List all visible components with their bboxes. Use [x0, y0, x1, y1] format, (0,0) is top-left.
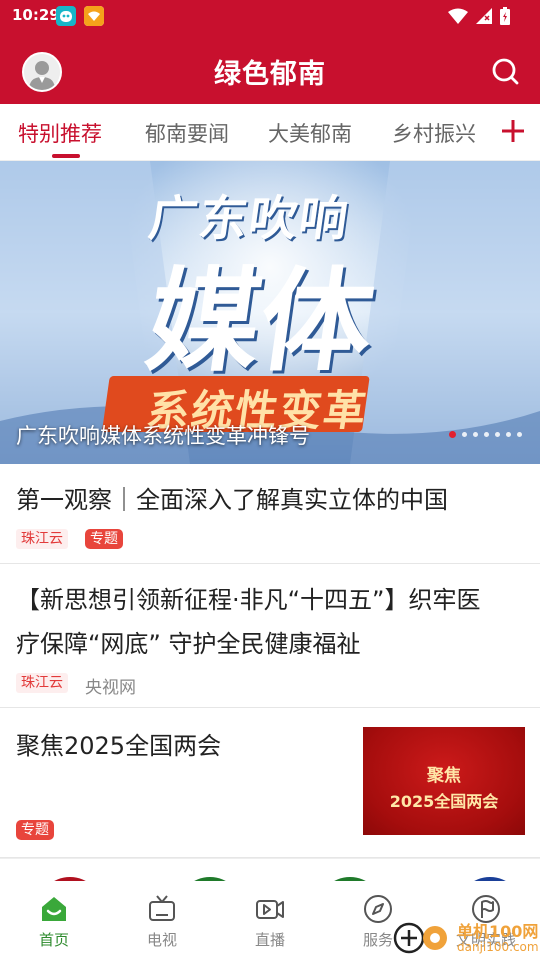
carousel-dot-active[interactable] — [449, 431, 456, 438]
source-tag: 珠江云 — [16, 529, 68, 549]
tab-special-recommend[interactable]: 特别推荐 — [18, 118, 102, 148]
carousel-dot[interactable] — [462, 432, 467, 437]
banner-title-line2: 媒体 — [139, 257, 382, 387]
nav-tv[interactable]: 电视 — [127, 893, 197, 950]
video-camera-icon — [256, 900, 284, 919]
compass-icon — [364, 895, 392, 923]
carousel-indicator — [449, 431, 522, 438]
app-header: 绿色郁南 — [0, 32, 540, 104]
nav-label: 电视 — [146, 931, 177, 949]
battery-icon — [500, 7, 510, 25]
app-notification-icon — [56, 6, 76, 26]
news-headline-line1[interactable]: 【新思想引领新征程·非凡“十四五”】织牢医 — [16, 578, 481, 622]
news-thumbnail[interactable]: 聚焦 2025全国两会 — [363, 727, 525, 835]
banner-carousel[interactable]: 广东吹响 媒体 系统性变革 广东吹响媒体系统性变革冲锋号 — [0, 161, 540, 464]
news-item[interactable]: 【新思想引领新征程·非凡“十四五”】织牢医 疗保障“网底” 守护全民健康福祉 珠… — [0, 564, 540, 708]
topic-tag: 专题 — [16, 820, 54, 840]
carousel-dot[interactable] — [495, 432, 500, 437]
nav-label: 首页 — [38, 931, 69, 949]
news-item[interactable]: 第一观察｜全面深入了解真实立体的中国 珠江云 专题 — [0, 464, 540, 564]
tab-rural-revitalization[interactable]: 乡村振兴 — [392, 118, 476, 148]
thumbnail-text-line2: 2025全国两会 — [389, 792, 499, 811]
banner-caption: 广东吹响媒体系统性变革冲锋号 — [16, 424, 310, 448]
news-headline[interactable]: 第一观察｜全面深入了解真实立体的中国 — [16, 478, 448, 522]
nav-home[interactable]: 首页 — [19, 893, 89, 950]
watermark-logo-icon — [393, 922, 447, 954]
carousel-dot[interactable] — [506, 432, 511, 437]
status-icons — [448, 7, 510, 25]
thumbnail-text-line1: 聚焦 — [427, 766, 461, 786]
search-icon[interactable] — [490, 56, 520, 86]
carousel-dot[interactable] — [517, 432, 522, 437]
signal-icon — [476, 8, 492, 24]
tv-icon — [149, 895, 175, 921]
carousel-dot[interactable] — [473, 432, 478, 437]
add-channel-icon[interactable] — [500, 118, 526, 144]
nav-live[interactable]: 直播 — [235, 893, 305, 950]
carousel-dot[interactable] — [484, 432, 489, 437]
active-tab-indicator — [52, 154, 80, 158]
app-notification-icon-2 — [84, 6, 104, 26]
home-icon — [42, 897, 66, 921]
source-tag: 珠江云 — [16, 673, 68, 693]
topic-tag: 专题 — [85, 529, 123, 549]
news-headline[interactable]: 聚焦2025全国两会 — [16, 724, 221, 768]
watermark-line2: danji100.com — [457, 940, 539, 954]
tab-beautiful-yunan[interactable]: 大美郁南 — [268, 118, 352, 148]
tab-yunan-news[interactable]: 郁南要闻 — [145, 118, 229, 148]
status-time: 10:29 — [12, 6, 60, 24]
news-source: 央视网 — [85, 678, 136, 698]
nav-label: 直播 — [254, 931, 285, 949]
channel-tabs: 特别推荐 郁南要闻 大美郁南 乡村振兴 — [0, 104, 540, 161]
wifi-icon — [448, 8, 468, 24]
page-title: 绿色郁南 — [214, 59, 326, 90]
news-headline-line2[interactable]: 疗保障“网底” 守护全民健康福祉 — [16, 622, 361, 666]
watermark: 单机100网 danji100.com — [393, 916, 540, 960]
status-bar: 10:29 — [0, 0, 540, 32]
watermark-line1: 单机100网 — [457, 922, 539, 941]
